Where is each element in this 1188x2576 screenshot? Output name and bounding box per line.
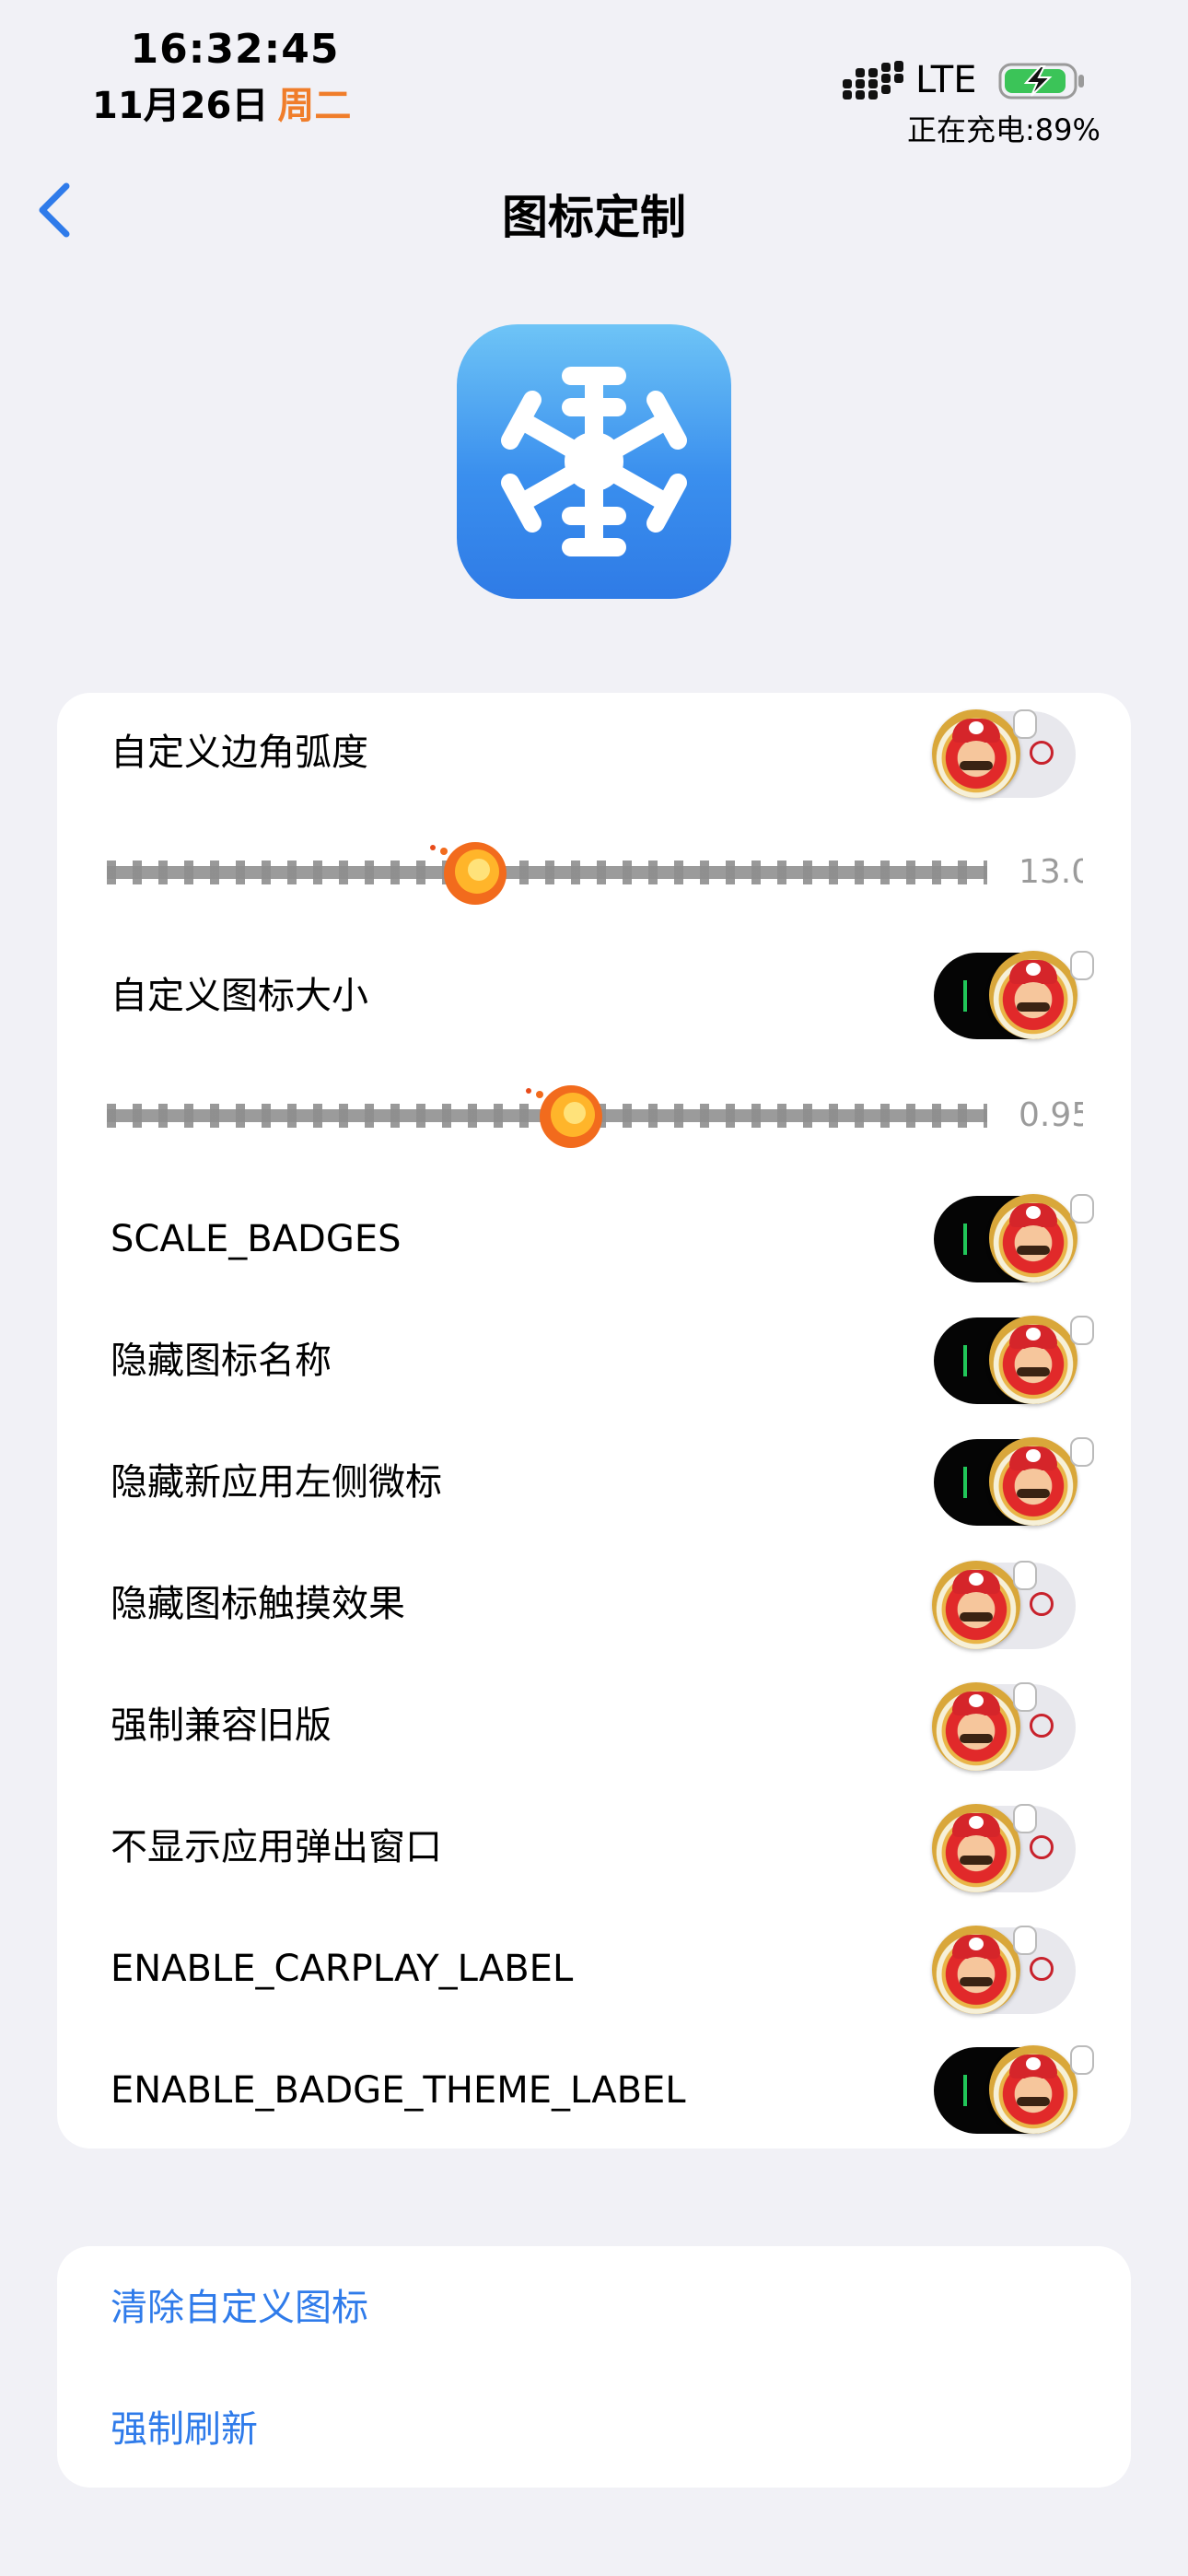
toggle-off-indicator [1030,741,1054,765]
corner-radius-slider[interactable] [107,842,987,905]
corner-radius-toggle[interactable] [932,709,1076,798]
snowflake-icon [501,367,687,556]
mario-knob-icon [989,951,1094,1039]
app-icon [457,324,731,599]
toggle-on-indicator [963,1467,967,1498]
mario-knob-icon [989,1316,1094,1404]
hide-app-popup-label: 不显示应用弹出窗口 [111,1826,442,1868]
mario-knob-icon [932,1926,1037,2014]
mario-knob-icon [932,709,1037,798]
battery-charging-icon [998,63,1084,100]
mario-knob-icon [932,1804,1037,1892]
charging-status: 正在充电:89% [907,112,1101,147]
toggle-on-indicator [963,2075,967,2106]
force-refresh-button[interactable]: 强制刷新 [111,2406,258,2453]
clear-custom-icons-button[interactable]: 清除自定义图标 [111,2285,368,2331]
status-date-text: 11月26日 [92,85,269,127]
toggle-off-indicator [1030,1714,1054,1738]
status-weekday: 周二 [277,85,352,127]
corner-radius-label: 自定义边角弧度 [111,732,368,774]
status-time: 16:32:45 [130,26,340,73]
scale-badges-label: SCALE_BADGES [111,1218,402,1260]
enable-badge-theme-label: ENABLE_BADGE_THEME_LABEL [111,2069,686,2112]
hide-touch-effect-label: 隐藏图标触摸效果 [111,1583,405,1625]
hide-new-app-dot-toggle[interactable] [934,1437,1094,1526]
toggle-on-indicator [963,1345,967,1376]
icon-size-slider[interactable] [107,1085,987,1148]
force-legacy-toggle[interactable] [932,1682,1076,1771]
toggle-off-indicator [1030,1835,1054,1859]
hide-app-popup-toggle[interactable] [932,1804,1076,1892]
scale-badges-toggle[interactable] [934,1194,1094,1282]
hide-icon-name-label: 隐藏图标名称 [111,1340,332,1382]
mario-knob-icon [989,1194,1094,1282]
fireball-thumb-icon[interactable] [519,1067,611,1159]
toggle-on-indicator [963,1224,967,1255]
toggle-off-indicator [1030,1592,1054,1616]
corner-radius-value: 13.0 [1019,853,1083,891]
toggle-off-indicator [1030,1957,1054,1981]
icon-size-label: 自定义图标大小 [111,975,368,1017]
enable-badge-theme-toggle[interactable] [934,2045,1094,2134]
network-type: LTE [915,59,977,101]
icon-size-toggle[interactable] [934,951,1094,1039]
cellular-signal-icon [843,61,903,100]
force-legacy-label: 强制兼容旧版 [111,1704,332,1747]
mario-knob-icon [932,1561,1037,1649]
enable-carplay-toggle[interactable] [932,1926,1076,2014]
toggle-on-indicator [963,980,967,1012]
fireball-thumb-icon[interactable] [424,824,516,916]
icon-size-value: 0.95 [1019,1096,1083,1134]
mario-knob-icon [989,1437,1094,1526]
slider-ticks [107,861,987,884]
hide-touch-effect-toggle[interactable] [932,1561,1076,1649]
mario-knob-icon [932,1682,1037,1771]
enable-carplay-label: ENABLE_CARPLAY_LABEL [111,1948,574,1990]
mario-knob-icon [989,2045,1094,2134]
hide-new-app-dot-label: 隐藏新应用左侧微标 [111,1461,442,1504]
hide-icon-name-toggle[interactable] [934,1316,1094,1404]
status-date: 11月26日 周二 [92,76,351,129]
page-title: 图标定制 [502,191,686,244]
